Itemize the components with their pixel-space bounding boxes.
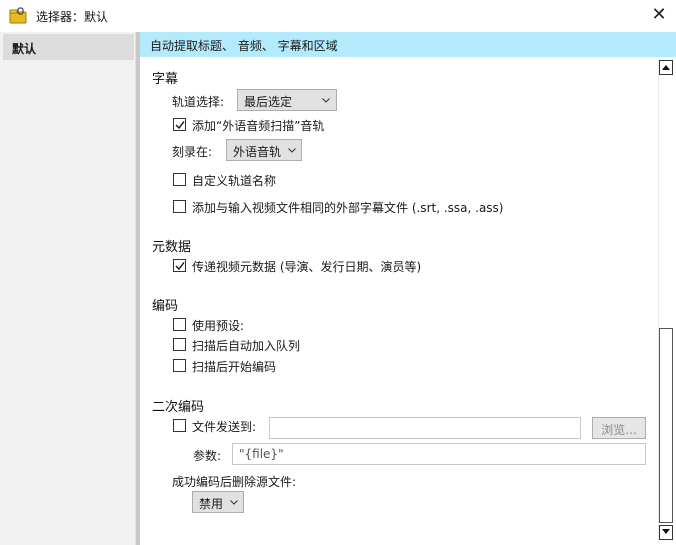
auto-queue-checkbox[interactable]	[173, 338, 186, 351]
title-bar: 选择器：默认 ✕	[0, 0, 676, 32]
auto-queue-label: 扫描后自动加入队列	[192, 339, 301, 353]
encoding-section-title: 编码	[152, 299, 179, 314]
custom-track-name-label: 自定义轨道名称	[192, 174, 277, 188]
checkmark-icon	[175, 121, 185, 130]
args-value: "{file}"	[239, 447, 284, 461]
checkmark-icon	[175, 262, 185, 271]
browse-label: 浏览...	[601, 423, 637, 437]
scroll-up-button[interactable]	[659, 60, 673, 75]
arrow-up-icon	[662, 65, 670, 70]
args-label: 参数:	[193, 449, 222, 463]
delete-source-label: 成功编码后删除源文件:	[172, 475, 297, 489]
chevron-down-icon	[230, 500, 238, 505]
post-encode-section-title: 二次编码	[152, 400, 205, 415]
sidebar-item-label: 默认	[12, 42, 37, 56]
foreign-audio-scan-label: 添加“外语音频扫描”音轨	[192, 119, 325, 133]
window-title: 选择器：默认	[36, 10, 109, 24]
pass-through-metadata-checkbox[interactable]	[173, 259, 186, 272]
sidebar-item-default[interactable]: 默认	[3, 34, 134, 60]
send-file-to-checkbox[interactable]	[173, 419, 186, 432]
metadata-section-title: 元数据	[152, 240, 192, 255]
chevron-down-icon	[288, 148, 296, 153]
track-select-value: 最后选定	[244, 95, 293, 109]
folder-lock-icon	[9, 7, 27, 24]
external-subs-label: 添加与输入视频文件相同的外部字幕文件 (.srt, .ssa, .ass)	[192, 201, 504, 215]
use-preset-checkbox[interactable]	[173, 318, 186, 331]
delete-source-value: 禁用	[199, 497, 224, 511]
burn-in-dropdown[interactable]: 外语音轨	[226, 139, 302, 161]
info-banner: 自动提取标题、 音频、 字幕和区域	[140, 32, 676, 57]
sidebar: 默认	[0, 32, 136, 545]
track-select-label: 轨道选择:	[172, 95, 225, 109]
external-subs-checkbox[interactable]	[173, 200, 186, 213]
banner-text: 自动提取标题、 音频、 字幕和区域	[150, 39, 338, 53]
delete-source-dropdown[interactable]: 禁用	[192, 491, 244, 513]
start-encode-checkbox[interactable]	[173, 359, 186, 372]
burn-in-label: 刻录在:	[172, 145, 213, 159]
track-select-dropdown[interactable]: 最后选定	[237, 89, 337, 111]
pass-through-metadata-label: 传递视频元数据 (导演、发行日期、演员等)	[192, 260, 422, 274]
close-button[interactable]: ✕	[646, 4, 672, 28]
start-encode-label: 扫描后开始编码	[192, 360, 277, 374]
foreign-audio-scan-checkbox[interactable]	[173, 118, 186, 131]
subtitle-section-title: 字幕	[152, 72, 179, 87]
args-input[interactable]: "{file}"	[232, 443, 646, 465]
scroll-down-button[interactable]	[659, 525, 673, 540]
custom-track-name-checkbox[interactable]	[173, 173, 186, 186]
chevron-down-icon	[322, 98, 330, 103]
scrollbar-thumb[interactable]	[659, 328, 673, 523]
browse-button[interactable]: 浏览...	[592, 417, 646, 439]
send-file-to-input[interactable]	[269, 417, 581, 439]
send-file-to-label: 文件发送到:	[192, 420, 257, 434]
arrow-down-icon	[662, 529, 670, 534]
burn-in-value: 外语音轨	[233, 145, 282, 159]
use-preset-label: 使用预设:	[192, 319, 245, 333]
splitter[interactable]	[136, 32, 140, 545]
